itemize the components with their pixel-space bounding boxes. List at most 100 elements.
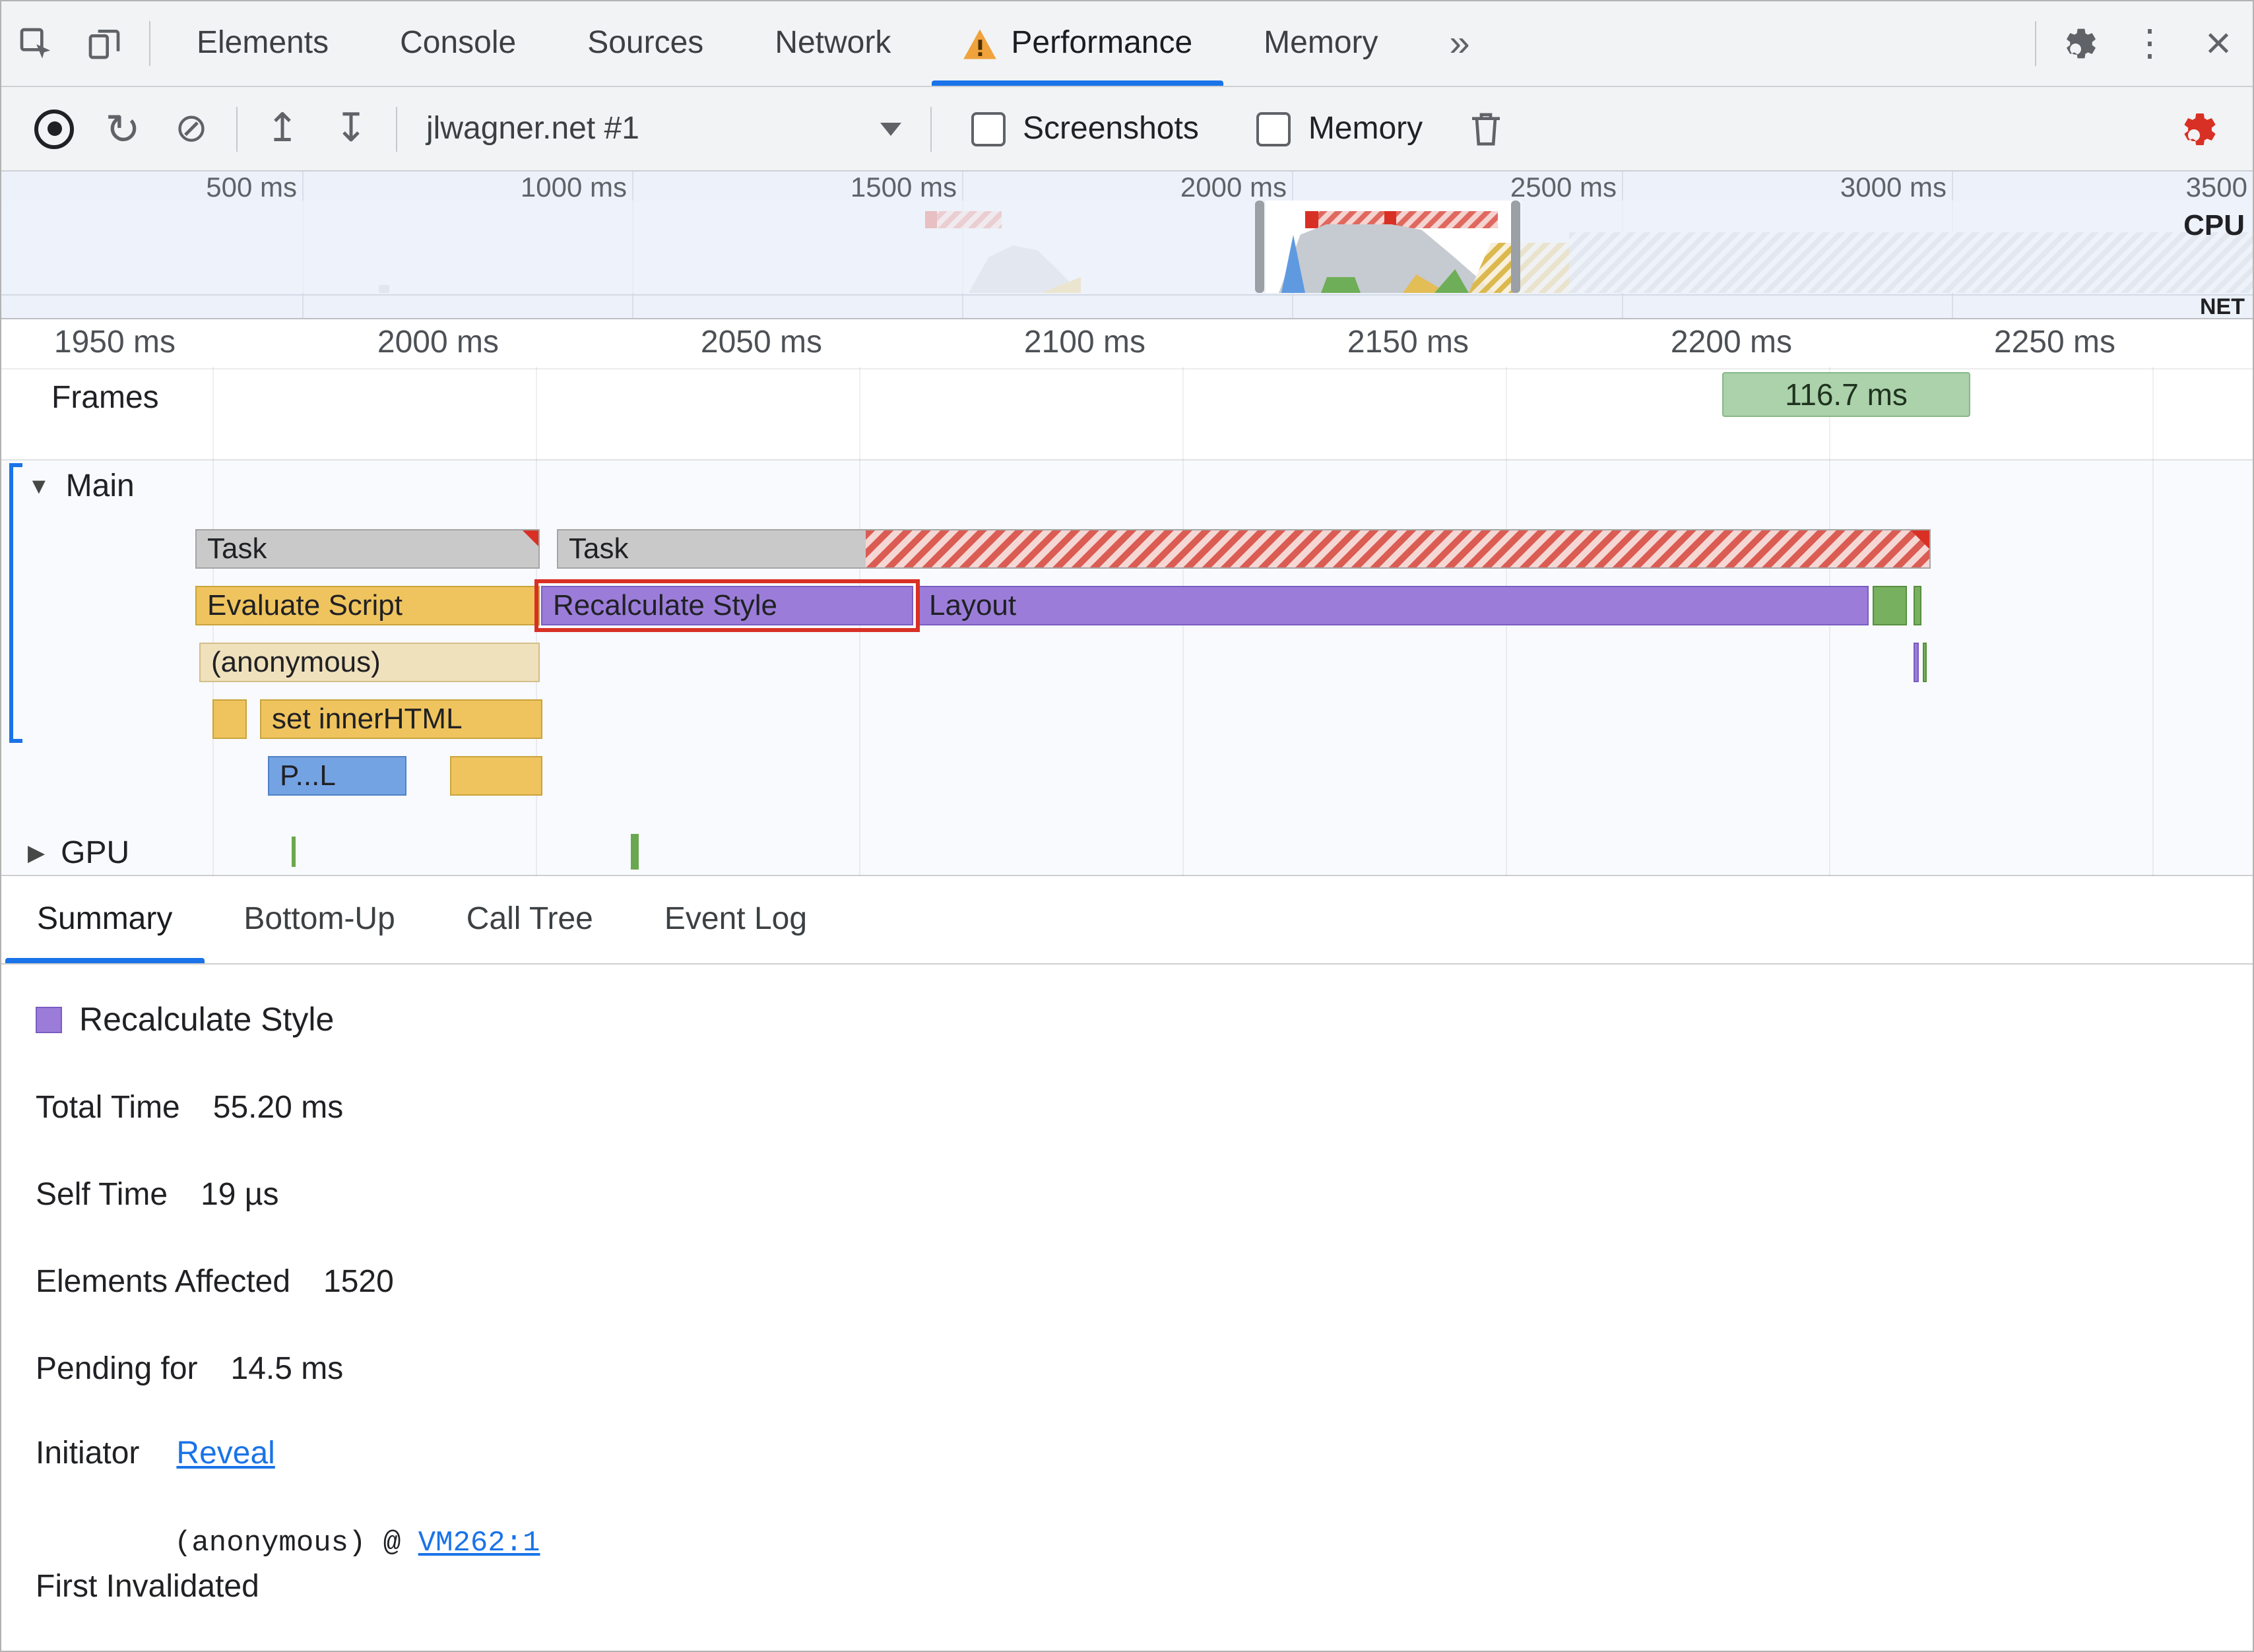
tab-memory-label: Memory — [1264, 25, 1378, 61]
gear-red-icon — [2184, 112, 2216, 144]
summary-row-label: Elements Affected — [36, 1264, 291, 1300]
inspect-cursor-icon — [20, 28, 51, 59]
timeline-detail: 1950 ms 2000 ms 2050 ms 2100 ms 2150 ms … — [1, 319, 2253, 876]
summary-legend: Recalculate Style — [36, 1001, 2253, 1038]
frame-duration-label: 116.7 ms — [1785, 377, 1908, 411]
capture-settings-button[interactable] — [2166, 94, 2234, 163]
tab-console-label: Console — [400, 25, 517, 61]
summary-row-label: Self Time — [36, 1177, 168, 1213]
flame-bar-recalculate-style[interactable]: Recalculate Style — [534, 579, 920, 632]
main-track-toggle[interactable]: ▼ Main — [28, 468, 135, 505]
reload-and-record-button[interactable]: ↻ — [88, 94, 157, 163]
overview-right-curtain — [1520, 201, 2253, 293]
screenshot-stage: Elements Console Sources Network Perform… — [0, 0, 2254, 1652]
cpu-track-label: CPU — [2183, 208, 2245, 241]
tab-call-tree[interactable]: Call Tree — [431, 876, 629, 963]
triangle-down-icon: ▼ — [28, 474, 50, 499]
chevron-double-right-icon: » — [1449, 22, 1470, 63]
main-track: ▼ Main Task Task Evaluate Script Recalcu… — [1, 461, 2253, 827]
memory-checkbox-label: Memory — [1308, 110, 1423, 146]
flame-bar-evaluate-script[interactable]: Evaluate Script — [195, 586, 540, 625]
main-track-label: Main — [65, 468, 135, 504]
profile-select[interactable]: jlwagner.net #1 — [408, 110, 920, 147]
tab-memory[interactable]: Memory — [1228, 1, 1413, 86]
summary-title: Recalculate Style — [79, 1001, 335, 1038]
ruler-time-label: 2250 ms — [1993, 325, 2115, 360]
flame-bar-script[interactable] — [212, 699, 247, 739]
checkbox-icon — [1256, 111, 1291, 146]
settings-button[interactable] — [2047, 1, 2115, 86]
close-devtools-button[interactable]: × — [2184, 1, 2253, 86]
device-toolbar-button[interactable] — [70, 1, 139, 86]
summary-row-value: 14.5 ms — [230, 1351, 344, 1387]
gpu-track-toggle[interactable]: ▶ GPU — [28, 835, 129, 872]
kebab-icon: ⋮ — [2131, 22, 2168, 63]
tab-bottom-up[interactable]: Bottom-Up — [208, 876, 430, 963]
triangle-right-icon: ▶ — [28, 841, 46, 866]
inspect-element-button[interactable] — [1, 1, 70, 86]
flame-bar-anonymous[interactable]: (anonymous) — [199, 643, 540, 682]
screenshots-checkbox[interactable]: Screenshots — [971, 110, 1199, 147]
flame-bar-sliver[interactable] — [1923, 643, 1927, 682]
net-row-divider — [1, 294, 2253, 296]
clear-button[interactable]: ⊘ — [157, 94, 226, 163]
tab-summary[interactable]: Summary — [1, 876, 208, 963]
net-track-label: NET — [2200, 294, 2245, 319]
overview-right-handle[interactable] — [1511, 201, 1520, 293]
timeline-ruler[interactable]: 1950 ms 2000 ms 2050 ms 2100 ms 2150 ms … — [1, 319, 2253, 369]
rendering-color-swatch — [36, 1007, 62, 1033]
reload-icon: ↻ — [105, 105, 141, 152]
long-task-tick — [1305, 211, 1318, 228]
flame-bar-paint[interactable] — [1914, 586, 1921, 625]
summary-row: Elements Affected 1520 — [36, 1263, 2253, 1302]
summary-row-label: Pending for — [36, 1351, 198, 1387]
tab-console[interactable]: Console — [364, 1, 552, 86]
tab-event-log[interactable]: Event Log — [629, 876, 843, 963]
flame-bar-set-innerhtml[interactable]: set innerHTML — [260, 699, 542, 739]
tab-performance[interactable]: Performance — [926, 1, 1228, 86]
load-profile-button[interactable]: ↥ — [248, 94, 317, 163]
memory-checkbox[interactable]: Memory — [1256, 110, 1423, 147]
summary-row-value: 19 µs — [201, 1177, 279, 1213]
overview-left-handle[interactable] — [1255, 201, 1264, 293]
flame-bar-script[interactable] — [450, 756, 542, 796]
garbage-collect-button[interactable] — [1452, 94, 1520, 163]
warning-icon — [962, 27, 998, 60]
tab-network[interactable]: Network — [739, 1, 926, 86]
flame-bar-parse-html[interactable]: P...L — [268, 756, 406, 796]
tab-network-label: Network — [775, 25, 891, 61]
tab-summary-label: Summary — [37, 901, 173, 937]
initiator-reveal-link[interactable]: Reveal — [176, 1436, 274, 1471]
clear-icon: ⊘ — [174, 106, 209, 150]
gpu-track: ▶ GPU — [1, 827, 2253, 876]
separator — [930, 106, 932, 151]
record-button[interactable] — [20, 94, 88, 163]
save-profile-button[interactable]: ↧ — [317, 94, 385, 163]
tabbar-right-controls: ⋮ × — [2024, 1, 2253, 86]
tab-performance-label: Performance — [1011, 25, 1193, 61]
tab-bottom-up-label: Bottom-Up — [243, 901, 395, 937]
screenshots-checkbox-label: Screenshots — [1023, 110, 1199, 146]
summary-row-value: 1520 — [323, 1264, 394, 1300]
ruler-time-label: 1950 ms — [53, 325, 176, 360]
tab-elements[interactable]: Elements — [161, 1, 364, 86]
tab-sources[interactable]: Sources — [552, 1, 739, 86]
flame-bar-paint[interactable] — [1873, 586, 1907, 625]
long-task-flag — [521, 530, 538, 548]
tab-elements-label: Elements — [197, 25, 329, 61]
flame-bar-label: P...L — [280, 759, 336, 792]
details-tabbar: Summary Bottom-Up Call Tree Event Log — [1, 876, 2253, 965]
flame-bar-task[interactable]: Task — [557, 529, 1931, 569]
flame-bar-task[interactable]: Task — [195, 529, 540, 569]
stack-frame-link[interactable]: VM262:1 — [418, 1527, 540, 1560]
kebab-menu-button[interactable]: ⋮ — [2115, 1, 2184, 86]
devtools-tabbar: Elements Console Sources Network Perform… — [1, 1, 2253, 87]
more-tabs-button[interactable]: » — [1414, 1, 1506, 86]
overview-time-label: 500 ms — [206, 173, 297, 203]
checkbox-icon — [971, 111, 1006, 146]
flame-bar-sliver[interactable] — [1914, 643, 1919, 682]
download-icon: ↧ — [334, 106, 368, 150]
frame-duration-box[interactable]: 116.7 ms — [1722, 372, 1970, 417]
timeline-overview[interactable]: 500 ms 1000 ms 1500 ms 2000 ms 2500 ms 3… — [1, 172, 2253, 319]
flame-bar-layout[interactable]: Layout — [917, 586, 1869, 625]
